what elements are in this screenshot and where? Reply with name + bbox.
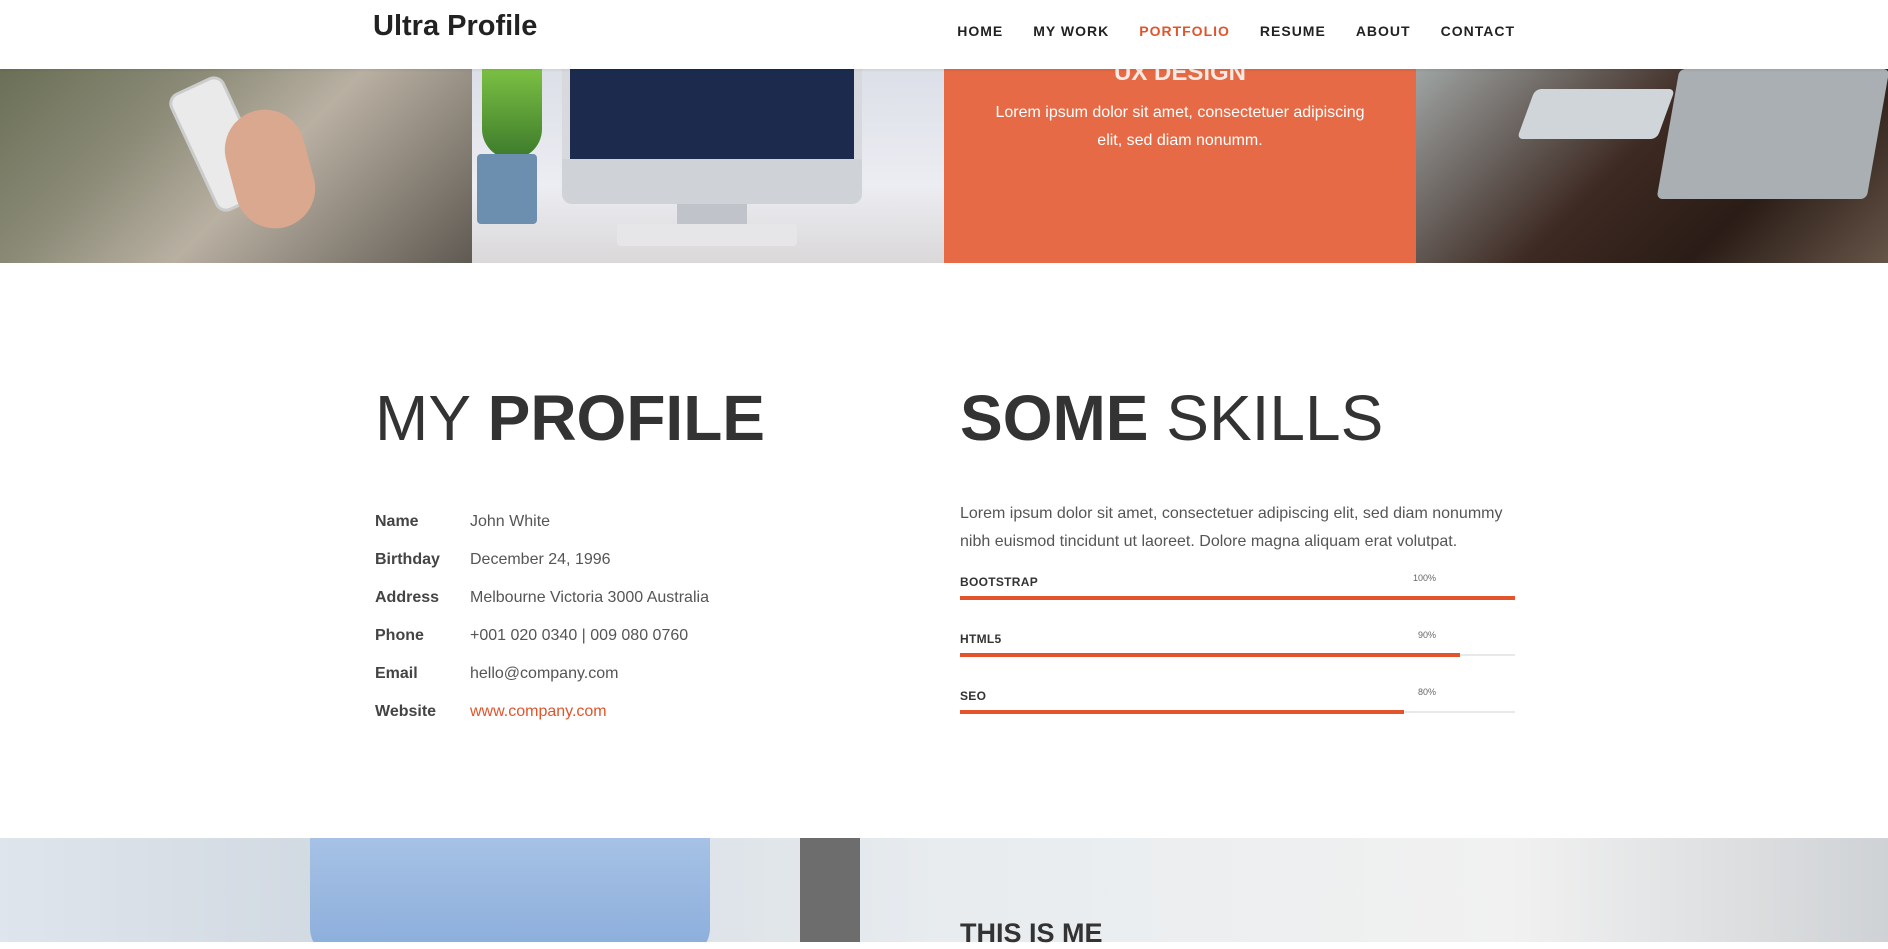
nav-my-work[interactable]: MY WORK [1033, 23, 1109, 39]
portfolio-overlay-title: UX DESIGN [1113, 69, 1247, 86]
nav-portfolio[interactable]: PORTFOLIO [1139, 23, 1230, 39]
site-header: Ultra Profile HOME MY WORK PORTFOLIO RES… [0, 0, 1888, 69]
profile-row-name: Name John White [375, 503, 709, 541]
skill-percent: 90% [1418, 630, 1437, 640]
profile-row-website: Website www.company.com [375, 693, 709, 731]
skills-intro: Lorem ipsum dolor sit amet, consectetuer… [960, 505, 1503, 550]
keyboard-image [617, 224, 797, 246]
profile-label: Website [375, 703, 437, 720]
skill-fill [960, 710, 1404, 714]
profile-label: Phone [375, 627, 424, 644]
profile-value: December 24, 1996 [470, 551, 611, 568]
profile-details: Name John White Birthday December 24, 19… [375, 503, 709, 731]
profile-title: MY PROFILE [375, 386, 765, 450]
skill-bootstrap: BOOTSTRAP 100% [960, 573, 1515, 600]
plant-image [482, 69, 542, 159]
portfolio-item-desktop[interactable] [472, 69, 944, 263]
profile-value: Melbourne Victoria 3000 Australia [470, 589, 709, 606]
portfolio-item-laptop[interactable] [1416, 69, 1888, 263]
monitor-chin [562, 159, 862, 204]
profile-value: +001 020 0340 | 009 080 0760 [470, 627, 689, 644]
profile-title-bold: PROFILE [487, 382, 765, 454]
website-link[interactable]: www.company.com [470, 703, 607, 721]
laptop-side-image [800, 838, 860, 942]
skills-title-bold: SOME [960, 382, 1149, 454]
profile-row-birthday: Birthday December 24, 1996 [375, 541, 709, 579]
profile-value: John White [470, 513, 551, 530]
profile-value: hello@company.com [470, 665, 619, 682]
portfolio-item-ux-design[interactable]: UX DESIGN Lorem ipsum dolor sit amet, co… [944, 69, 1416, 263]
profile-row-phone: Phone +001 020 0340 | 009 080 0760 [375, 617, 709, 655]
skill-fill [960, 596, 1515, 600]
skill-percent: 100% [1413, 573, 1437, 583]
skill-percent: 80% [1418, 687, 1437, 697]
profile-label: Birthday [375, 551, 440, 568]
profile-label: Email [375, 665, 418, 682]
laptop-image [1656, 69, 1888, 199]
skills-title: SOME SKILLS [960, 386, 1383, 450]
portfolio-item-phone[interactable] [0, 69, 472, 263]
skill-seo: SEO 80% [960, 687, 1515, 714]
about-title-bold: ME [1062, 918, 1103, 948]
person-image [310, 838, 710, 942]
portfolio-overlay-text: Lorem ipsum dolor sit amet, consectetuer… [995, 104, 1365, 149]
profile-label: Address [375, 589, 440, 606]
portfolio-strip: UX DESIGN Lorem ipsum dolor sit amet, co… [0, 69, 1888, 263]
pot-image [477, 154, 537, 224]
nav-contact[interactable]: CONTACT [1441, 23, 1515, 39]
main-nav: HOME MY WORK PORTFOLIO RESUME ABOUT CONT… [927, 23, 1515, 39]
profile-row-address: Address Melbourne Victoria 3000 Australi… [375, 579, 709, 617]
nav-resume[interactable]: RESUME [1260, 23, 1326, 39]
profile-title-light: MY [375, 382, 470, 454]
skill-fill [960, 653, 1460, 657]
tablet-image [1516, 89, 1676, 139]
nav-about[interactable]: ABOUT [1356, 23, 1411, 39]
brand-logo[interactable]: Ultra Profile [373, 10, 537, 43]
about-hero [0, 838, 1888, 942]
nav-home[interactable]: HOME [957, 23, 1003, 39]
about-title: THIS IS ME [960, 918, 1103, 949]
skills-title-light: SKILLS [1166, 382, 1384, 454]
about-title-light: THIS IS [960, 918, 1055, 948]
skill-html5: HTML5 90% [960, 630, 1515, 657]
profile-row-email: Email hello@company.com [375, 655, 709, 693]
profile-label: Name [375, 513, 419, 530]
